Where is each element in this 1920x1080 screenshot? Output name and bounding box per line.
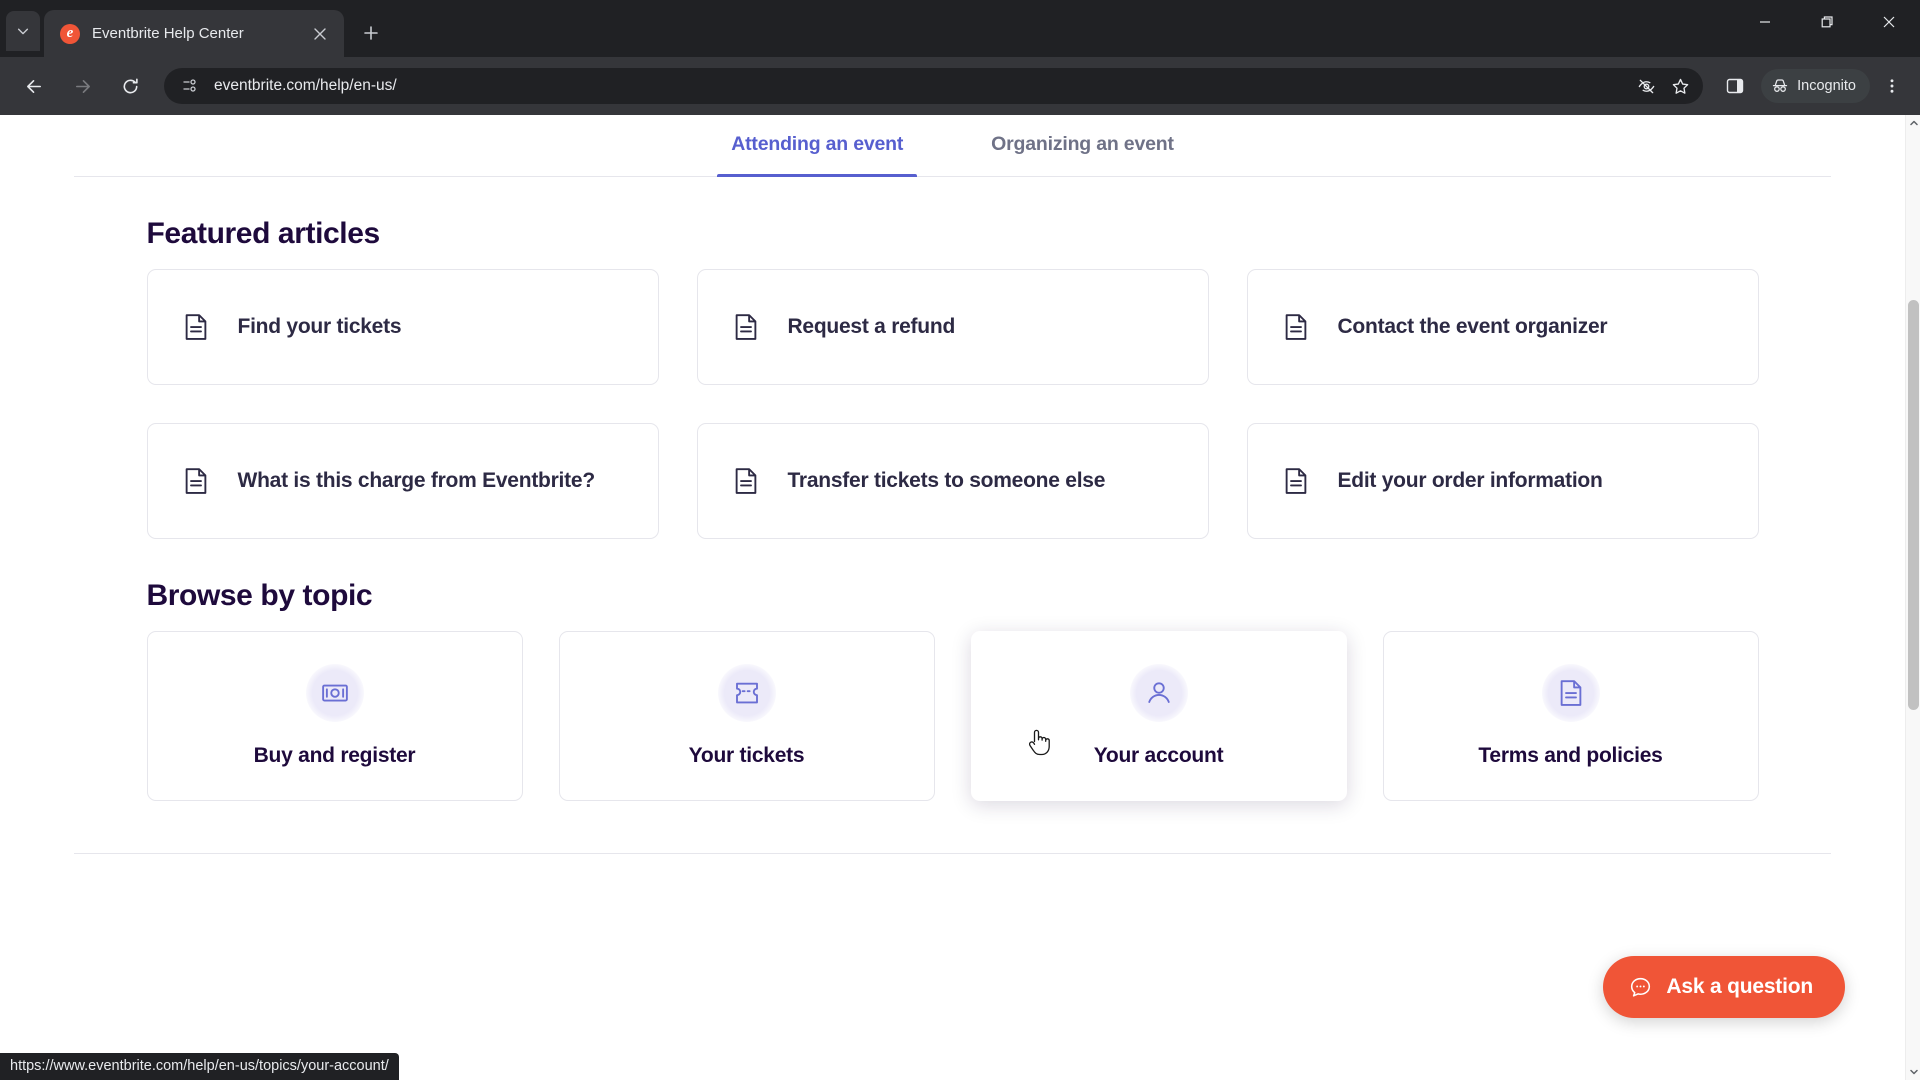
browser-tab[interactable]: e Eventbrite Help Center [44,10,344,57]
close-icon [1883,16,1895,28]
page-viewport: Attending an event Organizing an event F… [0,115,1920,1080]
help-center-page: Attending an event Organizing an event F… [0,115,1905,1080]
article-label: Find your tickets [237,315,402,338]
article-label: What is this charge from Eventbrite? [237,469,596,492]
close-icon [314,27,326,40]
incognito-label: Incognito [1797,78,1856,94]
minimize-icon [1760,21,1770,23]
back-button[interactable] [14,66,54,106]
document-icon [180,311,212,343]
chevron-up-icon [1909,120,1918,126]
incognito-icon [1773,79,1788,92]
topic-label: Your tickets [688,744,805,767]
browser-menu-button[interactable] [1874,68,1910,104]
document-icon [730,311,762,343]
article-label: Transfer tickets to someone else [787,469,1106,492]
tab-title: Eventbrite Help Center [92,25,244,42]
browser-toolbar: eventbrite.com/help/en-us/ Incognito [0,57,1920,115]
side-panel-button[interactable] [1715,66,1755,106]
tab-attending-an-event[interactable]: Attending an event [717,115,918,177]
eventbrite-favicon: e [60,23,80,44]
arrow-left-icon [26,79,41,93]
topic-label: Buy and register [253,744,416,767]
new-tab-button[interactable] [354,16,388,50]
side-panel-icon [1726,78,1744,94]
maximize-button[interactable] [1796,0,1858,44]
chevron-down-icon [17,28,29,35]
document-icon [730,465,762,497]
tab-label: Organizing an event [991,133,1174,155]
article-card-find-your-tickets[interactable]: Find your tickets [146,269,659,385]
ask-a-question-button[interactable]: Ask a question [1603,956,1845,1018]
arrow-right-icon [75,79,90,93]
article-card-edit-your-order-information[interactable]: Edit your order information [1246,423,1759,539]
article-card-contact-the-event-organizer[interactable]: Contact the event organizer [1246,269,1759,385]
section-divider [74,853,1831,854]
url-text: eventbrite.com/help/en-us/ [214,77,397,94]
tab-organizing-an-event[interactable]: Organizing an event [977,115,1188,176]
minimize-button[interactable] [1734,0,1796,44]
document-icon [180,465,212,497]
window-controls [1734,0,1920,44]
tab-close-button[interactable] [308,22,332,46]
ask-button-label: Ask a question [1666,975,1813,998]
address-bar[interactable]: eventbrite.com/help/en-us/ [164,68,1704,104]
document-icon [1280,465,1312,497]
toolbar-right: Incognito [1713,66,1910,106]
plus-icon [364,26,378,40]
forward-button[interactable] [62,66,102,106]
reload-button[interactable] [110,66,150,106]
tab-search-button[interactable] [6,11,40,51]
star-icon [1672,78,1688,94]
scroll-up-button[interactable] [1906,115,1920,131]
site-info-button[interactable] [178,74,202,98]
topic-card-terms-and-policies[interactable]: Terms and policies [1382,631,1759,801]
page-content: Featured articles Find your tickets Requ… [73,217,1833,801]
browse-by-topic-grid: Buy and register Your tickets Your accou… [146,631,1759,801]
kebab-menu-icon [1890,79,1894,93]
user-icon [1129,664,1188,722]
browser-window: e Eventbrite Help Center eventbrite.com/… [0,0,1920,1080]
window-close-button[interactable] [1858,0,1920,44]
document-icon [1280,311,1312,343]
reload-icon [123,77,138,93]
page-scrollbar[interactable] [1905,115,1920,1080]
scrollbar-thumb[interactable] [1908,300,1919,710]
tab-strip: e Eventbrite Help Center [0,0,1920,57]
page-tabs: Attending an event Organizing an event [74,115,1831,177]
topic-label: Your account [1093,744,1224,767]
document-icon [1541,664,1600,722]
incognito-indicator[interactable]: Incognito [1761,69,1870,103]
bookmark-button[interactable] [1665,71,1695,101]
page-info-icon [183,79,196,92]
tab-label: Attending an event [731,133,904,155]
banknote-icon [305,664,364,722]
article-card-what-is-this-charge-from-eventbrite[interactable]: What is this charge from Eventbrite? [146,423,659,539]
topic-card-your-tickets[interactable]: Your tickets [558,631,935,801]
featured-articles-grid: Find your tickets Request a refund Conta… [146,269,1759,539]
article-label: Edit your order information [1337,469,1603,492]
topic-card-buy-and-register[interactable]: Buy and register [146,631,523,801]
article-card-transfer-tickets-to-someone-else[interactable]: Transfer tickets to someone else [696,423,1209,539]
chevron-down-icon [1909,1069,1918,1075]
scroll-down-button[interactable] [1906,1064,1920,1080]
tracking-protection-button[interactable] [1631,71,1661,101]
browse-by-topic-heading: Browse by topic [146,579,373,612]
topic-label: Terms and policies [1478,744,1663,767]
topic-card-your-account[interactable]: Your account [970,631,1347,801]
article-label: Request a refund [787,315,956,338]
article-card-request-a-refund[interactable]: Request a refund [696,269,1209,385]
link-status-bubble: https://www.eventbrite.com/help/en-us/to… [0,1053,399,1080]
ticket-icon [717,664,776,722]
eye-off-icon [1638,79,1654,93]
featured-articles-heading: Featured articles [146,217,381,250]
restore-icon [1821,16,1833,28]
chat-bubble-icon [1631,977,1651,997]
article-label: Contact the event organizer [1337,315,1608,338]
